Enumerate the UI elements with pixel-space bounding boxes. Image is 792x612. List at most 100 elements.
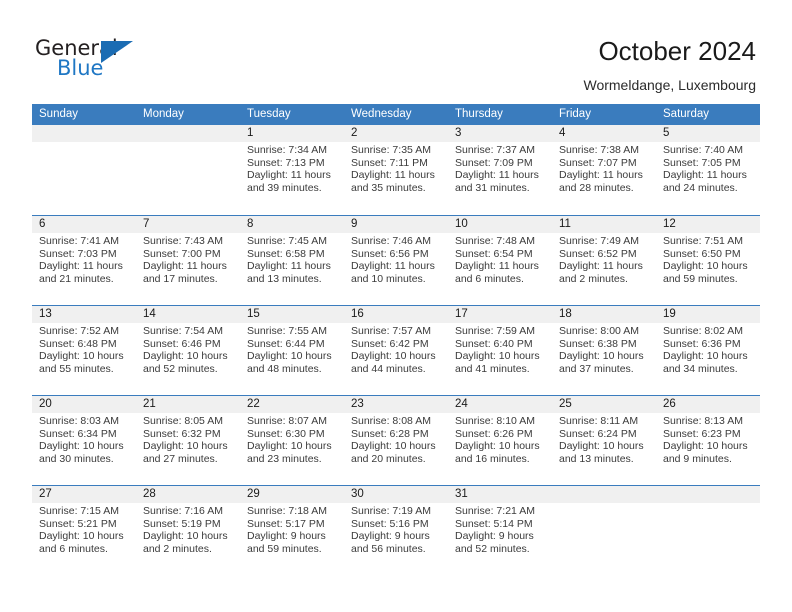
day-cell[interactable]: Sunrise: 8:10 AM Sunset: 6:26 PM Daylight:… bbox=[448, 413, 552, 484]
day-header-saturday: Saturday bbox=[663, 108, 710, 120]
day-cell[interactable]: Sunrise: 8:07 AM Sunset: 6:30 PM Daylight:… bbox=[240, 413, 344, 484]
day-number[interactable]: 2 bbox=[344, 125, 448, 142]
day-cell[interactable]: Sunrise: 7:41 AM Sunset: 7:03 PM Daylight:… bbox=[32, 233, 136, 304]
day-cell[interactable]: Sunrise: 7:55 AM Sunset: 6:44 PM Daylight:… bbox=[240, 323, 344, 394]
day-cell[interactable]: Sunrise: 7:46 AM Sunset: 6:56 PM Daylight:… bbox=[344, 233, 448, 304]
day-number[interactable]: 1 bbox=[240, 125, 344, 142]
day-detail-line: Sunrise: 8:13 AM bbox=[663, 415, 743, 427]
week-body: Sunrise: 7:52 AM Sunset: 6:48 PM Daylight:… bbox=[32, 323, 760, 394]
day-detail-line: Daylight: 10 hours bbox=[143, 440, 228, 453]
day-detail-line: Sunrise: 7:40 AM bbox=[663, 144, 743, 156]
day-detail-line: and 6 minutes. bbox=[39, 542, 108, 555]
day-detail-line: Daylight: 11 hours bbox=[247, 260, 331, 273]
day-detail-line: Sunrise: 7:45 AM bbox=[247, 235, 327, 247]
day-number[interactable]: 9 bbox=[344, 216, 448, 233]
day-detail-line: Sunrise: 7:35 AM bbox=[351, 144, 431, 156]
week-daynumber-band: 12345 bbox=[32, 125, 760, 142]
day-detail-line: Sunrise: 8:00 AM bbox=[559, 325, 639, 337]
day-detail-line: Sunset: 6:34 PM bbox=[39, 427, 117, 440]
day-cell[interactable]: Sunrise: 8:08 AM Sunset: 6:28 PM Daylight:… bbox=[344, 413, 448, 484]
day-cell[interactable]: Sunrise: 7:48 AM Sunset: 6:54 PM Daylight:… bbox=[448, 233, 552, 304]
day-cell[interactable]: Sunrise: 7:45 AM Sunset: 6:58 PM Daylight:… bbox=[240, 233, 344, 304]
week-body: Sunrise: 7:15 AM Sunset: 5:21 PM Daylight:… bbox=[32, 503, 760, 574]
day-detail-line: Sunset: 7:05 PM bbox=[663, 156, 741, 169]
day-detail-line: Sunrise: 7:52 AM bbox=[39, 325, 119, 337]
day-detail-line: Sunrise: 8:07 AM bbox=[247, 415, 327, 427]
day-number[interactable]: 4 bbox=[552, 125, 656, 142]
day-number[interactable]: 6 bbox=[32, 216, 136, 233]
day-number[interactable]: 23 bbox=[344, 396, 448, 413]
day-cell[interactable]: Sunrise: 7:38 AM Sunset: 7:07 PM Daylight:… bbox=[552, 142, 656, 213]
day-detail-line: Daylight: 10 hours bbox=[143, 350, 228, 363]
day-number[interactable]: 24 bbox=[448, 396, 552, 413]
day-detail-line: Sunrise: 7:57 AM bbox=[351, 325, 431, 337]
day-number[interactable]: 12 bbox=[656, 216, 760, 233]
day-detail-line: Daylight: 11 hours bbox=[559, 260, 643, 273]
day-number[interactable]: 28 bbox=[136, 486, 240, 503]
day-detail-line: and 55 minutes. bbox=[39, 362, 114, 375]
day-detail-line: and 31 minutes. bbox=[455, 181, 530, 194]
day-cell[interactable]: Sunrise: 8:05 AM Sunset: 6:32 PM Daylight:… bbox=[136, 413, 240, 484]
day-cell[interactable]: Sunrise: 7:49 AM Sunset: 6:52 PM Daylight:… bbox=[552, 233, 656, 304]
day-number[interactable]: 16 bbox=[344, 306, 448, 323]
day-number[interactable]: 5 bbox=[656, 125, 760, 142]
day-detail-line: Sunset: 6:40 PM bbox=[455, 337, 533, 350]
day-cell[interactable]: Sunrise: 7:35 AM Sunset: 7:11 PM Daylight:… bbox=[344, 142, 448, 213]
day-cell[interactable]: Sunrise: 8:00 AM Sunset: 6:38 PM Daylight:… bbox=[552, 323, 656, 394]
day-number[interactable]: 15 bbox=[240, 306, 344, 323]
day-number[interactable]: 22 bbox=[240, 396, 344, 413]
day-detail-line: Sunrise: 7:46 AM bbox=[351, 235, 431, 247]
day-number[interactable]: 14 bbox=[136, 306, 240, 323]
day-number[interactable]: 19 bbox=[656, 306, 760, 323]
day-number[interactable]: 31 bbox=[448, 486, 552, 503]
day-number[interactable]: 27 bbox=[32, 486, 136, 503]
day-cell[interactable]: Sunrise: 7:52 AM Sunset: 6:48 PM Daylight:… bbox=[32, 323, 136, 394]
day-number[interactable]: 25 bbox=[552, 396, 656, 413]
day-cell[interactable]: Sunrise: 7:16 AM Sunset: 5:19 PM Daylight:… bbox=[136, 503, 240, 574]
day-number-empty bbox=[552, 486, 656, 503]
day-number[interactable]: 7 bbox=[136, 216, 240, 233]
day-number[interactable]: 11 bbox=[552, 216, 656, 233]
day-number[interactable]: 29 bbox=[240, 486, 344, 503]
day-detail-line: Sunrise: 7:41 AM bbox=[39, 235, 119, 247]
day-detail-line: and 34 minutes. bbox=[663, 362, 738, 375]
day-cell[interactable]: Sunrise: 7:15 AM Sunset: 5:21 PM Daylight:… bbox=[32, 503, 136, 574]
day-cell[interactable]: Sunrise: 7:19 AM Sunset: 5:16 PM Daylight:… bbox=[344, 503, 448, 574]
day-detail-line: Daylight: 11 hours bbox=[351, 169, 435, 182]
day-number[interactable]: 21 bbox=[136, 396, 240, 413]
day-cell[interactable]: Sunrise: 8:03 AM Sunset: 6:34 PM Daylight:… bbox=[32, 413, 136, 484]
day-cell[interactable]: Sunrise: 7:57 AM Sunset: 6:42 PM Daylight:… bbox=[344, 323, 448, 394]
day-cell-empty bbox=[552, 503, 656, 574]
day-cell[interactable]: Sunrise: 7:37 AM Sunset: 7:09 PM Daylight:… bbox=[448, 142, 552, 213]
day-number[interactable]: 13 bbox=[32, 306, 136, 323]
day-number[interactable]: 8 bbox=[240, 216, 344, 233]
day-cell[interactable]: Sunrise: 7:34 AM Sunset: 7:13 PM Daylight:… bbox=[240, 142, 344, 213]
day-detail-line: Sunset: 7:13 PM bbox=[247, 156, 325, 169]
day-detail-line: Daylight: 11 hours bbox=[455, 260, 539, 273]
day-number[interactable]: 30 bbox=[344, 486, 448, 503]
day-cell[interactable]: Sunrise: 8:11 AM Sunset: 6:24 PM Daylight:… bbox=[552, 413, 656, 484]
day-cell[interactable]: Sunrise: 7:43 AM Sunset: 7:00 PM Daylight:… bbox=[136, 233, 240, 304]
generalblue-logo[interactable]: General Blue bbox=[35, 36, 185, 86]
day-cell[interactable]: Sunrise: 7:59 AM Sunset: 6:40 PM Daylight:… bbox=[448, 323, 552, 394]
day-number[interactable]: 26 bbox=[656, 396, 760, 413]
week-daynumber-band: 13 14 15 16 17 18 19 bbox=[32, 306, 760, 323]
day-header-friday: Friday bbox=[559, 108, 591, 120]
day-cell[interactable]: Sunrise: 7:51 AM Sunset: 6:50 PM Daylight:… bbox=[656, 233, 760, 304]
day-detail-line: Sunset: 5:17 PM bbox=[247, 517, 325, 530]
day-detail-line: and 2 minutes. bbox=[559, 272, 628, 285]
day-detail-line: Daylight: 11 hours bbox=[143, 260, 227, 273]
day-number[interactable]: 20 bbox=[32, 396, 136, 413]
day-number[interactable]: 18 bbox=[552, 306, 656, 323]
day-detail-line: Daylight: 10 hours bbox=[39, 350, 124, 363]
day-cell[interactable]: Sunrise: 7:18 AM Sunset: 5:17 PM Daylight:… bbox=[240, 503, 344, 574]
day-number[interactable]: 17 bbox=[448, 306, 552, 323]
day-detail-line: Sunrise: 7:34 AM bbox=[247, 144, 327, 156]
day-cell[interactable]: Sunrise: 7:54 AM Sunset: 6:46 PM Daylight:… bbox=[136, 323, 240, 394]
day-cell[interactable]: Sunrise: 8:02 AM Sunset: 6:36 PM Daylight:… bbox=[656, 323, 760, 394]
day-cell[interactable]: Sunrise: 7:40 AM Sunset: 7:05 PM Daylight:… bbox=[656, 142, 760, 213]
day-number[interactable]: 3 bbox=[448, 125, 552, 142]
day-number[interactable]: 10 bbox=[448, 216, 552, 233]
day-cell[interactable]: Sunrise: 8:13 AM Sunset: 6:23 PM Daylight:… bbox=[656, 413, 760, 484]
day-cell[interactable]: Sunrise: 7:21 AM Sunset: 5:14 PM Daylight:… bbox=[448, 503, 552, 574]
